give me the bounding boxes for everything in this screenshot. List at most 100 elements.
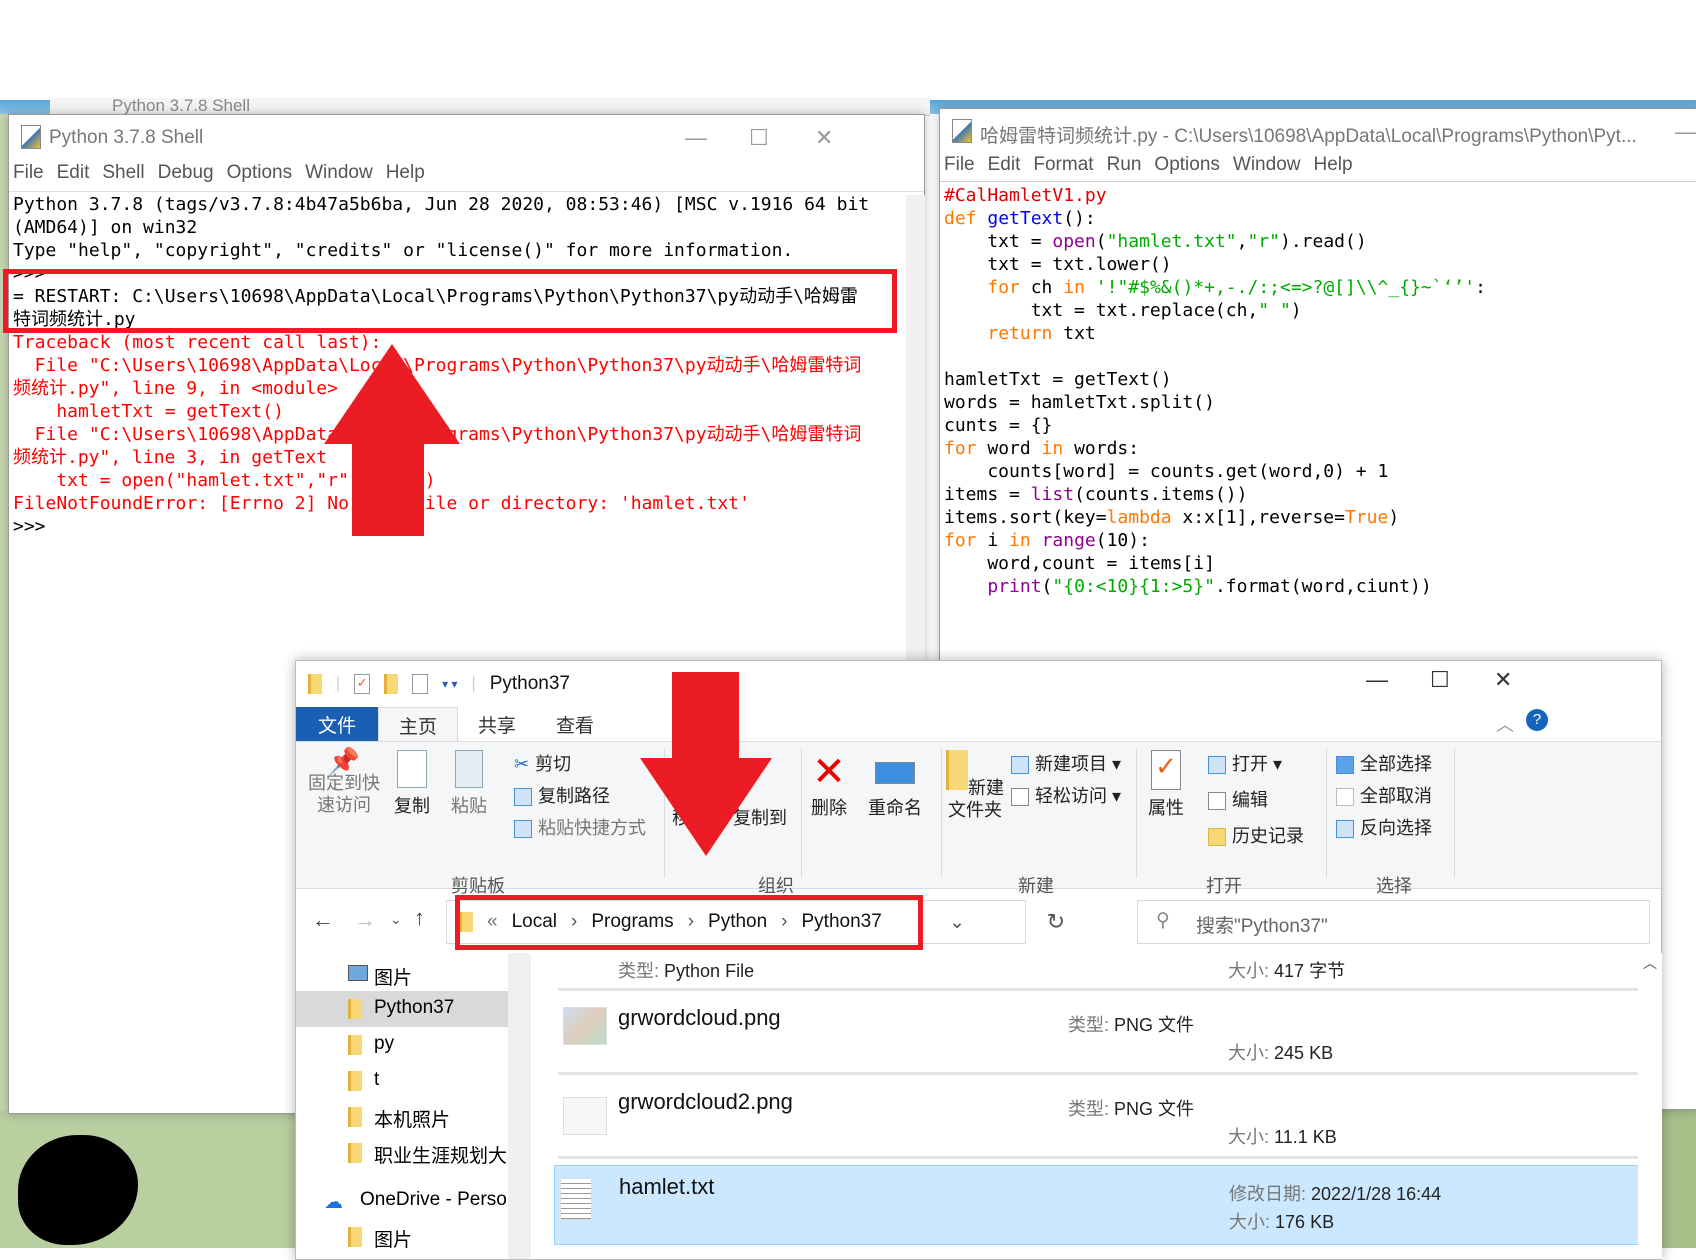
nav-item-pictures[interactable]: 图片 [296, 957, 508, 993]
copy-path-button[interactable]: 复制路径 [514, 782, 610, 808]
refresh-icon[interactable]: ↻ [1047, 909, 1065, 935]
search-input[interactable]: ⚲ 搜索"Python37" [1137, 900, 1650, 944]
menu-edit[interactable]: Edit [988, 154, 1021, 176]
code-line: 频统计.py", line 3, in getText [13, 446, 924, 469]
menu-edit[interactable]: Edit [57, 162, 90, 184]
copy-button[interactable]: 复制 [394, 750, 430, 818]
rename-button[interactable]: 重命名 [868, 750, 922, 820]
code-token: getText [987, 208, 1064, 229]
copy-path-icon [514, 788, 532, 807]
code-line: items = list(counts.items()) [944, 483, 1696, 506]
nav-item-py[interactable]: py [296, 1027, 508, 1063]
rename-icon [875, 762, 915, 784]
code-token: ( [1095, 231, 1107, 252]
text-file-icon [560, 1178, 592, 1220]
code-token: >>> [13, 516, 57, 537]
ribbon: 📌固定到快 速访问 复制 粘贴 ✂剪切 复制路径 粘贴快捷方式 移动到 复制到 … [296, 741, 1661, 896]
paste-shortcut-button[interactable]: 粘贴快捷方式 [514, 814, 646, 840]
nav-scrollbar[interactable] [508, 953, 531, 1259]
code-token: " " [1258, 300, 1291, 321]
menu-help[interactable]: Help [1313, 154, 1352, 176]
back-button[interactable]: ← [312, 907, 334, 933]
nav-item-python37[interactable]: Python37 [296, 991, 508, 1027]
background-window-title: Python 3.7.8 Shell [112, 96, 250, 115]
delete-button[interactable]: ✕ 删除 [811, 750, 847, 820]
invert-selection-button[interactable]: 反向选择 [1336, 814, 1432, 840]
recent-locations-button[interactable]: ⌄ [390, 911, 402, 928]
menu-window[interactable]: Window [305, 162, 373, 184]
history-button[interactable]: 历史记录 [1208, 822, 1304, 848]
select-all-button[interactable]: 全部选择 [1336, 750, 1432, 776]
file-item-selected[interactable]: hamlet.txt 修改日期: 2022/1/28 16:44 大小: 176… [554, 1165, 1642, 1245]
code-editor[interactable]: #CalHamletV1.py def getText(): txt = open… [944, 184, 1696, 598]
menu-help[interactable]: Help [386, 162, 425, 184]
pin-quick-access-button[interactable]: 📌 固定到快 速访问 [308, 746, 380, 816]
scissors-icon: ✂ [514, 754, 530, 774]
open-button[interactable]: 打开 ▾ [1208, 750, 1282, 776]
menu-debug[interactable]: Debug [158, 162, 214, 184]
tab-file[interactable]: 文件 [296, 707, 379, 741]
menu-shell[interactable]: Shell [102, 162, 144, 184]
code-token: (10): [1095, 530, 1150, 551]
file-explorer-window: | ✓ ▾ ▾ | Python37 — ☐ ✕ 文件 主页 共享 查看 ︿ ?… [295, 660, 1662, 1260]
file-item[interactable]: grwordcloud2.png 类型: PNG 文件 大小: 11.1 KB [558, 1081, 1638, 1159]
address-dropdown-icon[interactable]: ⌄ [949, 911, 965, 934]
nav-item-onedrive[interactable]: ☁OneDrive - Personal [296, 1183, 508, 1219]
forward-button[interactable]: → [354, 907, 376, 933]
code-token: "r" [1247, 231, 1280, 252]
menu-format[interactable]: Format [1033, 154, 1093, 176]
menu-options[interactable]: Options [1154, 154, 1219, 176]
menu-file[interactable]: File [944, 154, 975, 176]
nav-item-t[interactable]: t [296, 1063, 508, 1099]
file-item[interactable]: 类型: Python File 大小: 417 字节 [558, 953, 1638, 991]
collapse-ribbon-icon[interactable]: ︿ [1496, 711, 1514, 737]
nav-item-pictures[interactable]: 图片 [296, 1219, 508, 1255]
nav-item-career-planning[interactable]: 职业生涯规划大赛 [296, 1135, 508, 1171]
close-button[interactable]: ✕ [815, 125, 833, 151]
easy-access-button[interactable]: 轻松访问 ▾ [1011, 782, 1121, 808]
code-line: txt = txt.lower() [944, 253, 1696, 276]
pin-icon: 📌 [327, 746, 361, 776]
minimize-button[interactable]: — [1366, 667, 1388, 693]
maximize-button[interactable]: ☐ [1430, 667, 1450, 693]
minimize-button[interactable]: — [685, 125, 707, 151]
code-token: ).read() [1279, 231, 1367, 252]
tab-view[interactable]: 查看 [536, 707, 614, 741]
tab-share[interactable]: 共享 [458, 707, 536, 741]
menu-run[interactable]: Run [1107, 154, 1142, 176]
select-none-button[interactable]: 全部取消 [1336, 782, 1432, 808]
properties-button[interactable]: ✓ 属性 [1148, 750, 1184, 820]
code-token: in [1063, 277, 1085, 298]
shell-output[interactable]: Python 3.7.8 (tags/v3.7.8:4b47a5b6ba, Ju… [13, 193, 924, 538]
dropdown-icon[interactable]: ▾ ▾ [442, 677, 457, 691]
paste-button[interactable]: 粘贴 [451, 750, 487, 818]
new-item-button[interactable]: 新建项目 ▾ [1011, 750, 1121, 776]
menu-bar: File Edit Format Run Options Window Help [944, 154, 1353, 176]
menu-window[interactable]: Window [1233, 154, 1301, 176]
maximize-button[interactable]: ☐ [749, 125, 769, 151]
up-button[interactable]: ↑ [414, 905, 425, 931]
tab-home[interactable]: 主页 [378, 707, 459, 741]
edit-button[interactable]: 编辑 [1208, 786, 1268, 812]
nav-item-local-photos[interactable]: 本机照片 [296, 1099, 508, 1135]
new-folder-button[interactable]: 新建 文件夹 [946, 750, 1004, 821]
python-file-icon [21, 125, 41, 149]
close-button[interactable]: ✕ [1494, 667, 1512, 693]
new-folder-icon[interactable] [384, 674, 399, 694]
window-title: Python 3.7.8 Shell [49, 127, 204, 148]
list-scrollbar[interactable]: ︿ [1638, 953, 1662, 1259]
code-token: 频统计.py", line 3, in getText [13, 447, 328, 468]
minimize-button[interactable]: — [1675, 119, 1696, 145]
ribbon-tabs: 文件 主页 共享 查看 [296, 707, 1661, 741]
menu-file[interactable]: File [13, 162, 44, 184]
new-file-icon[interactable] [412, 674, 429, 694]
help-icon[interactable]: ? [1526, 709, 1548, 731]
code-line: txt = open("hamlet.txt","r").read() [944, 230, 1696, 253]
code-line: Type "help", "copyright", "credits" or "… [13, 239, 924, 262]
edit-icon [1208, 792, 1226, 811]
menu-options[interactable]: Options [227, 162, 292, 184]
file-item[interactable]: grwordcloud.png 类型: PNG 文件 大小: 245 KB [558, 997, 1638, 1075]
properties-icon[interactable]: ✓ [354, 674, 371, 694]
cut-button[interactable]: ✂ 剪切 [514, 750, 571, 776]
